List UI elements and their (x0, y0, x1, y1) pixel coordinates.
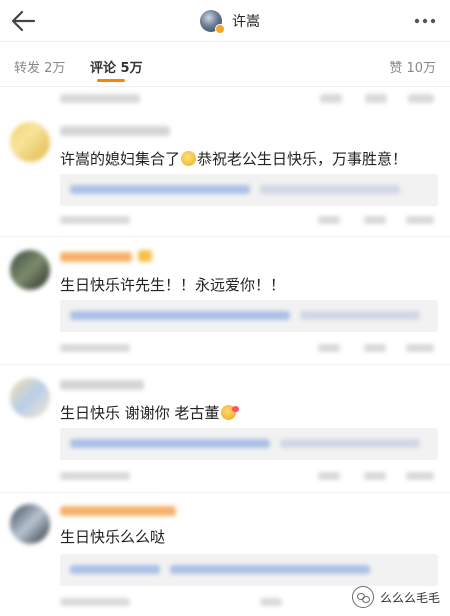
more-horizontal-icon[interactable] (412, 10, 438, 32)
watermark-text: 么么么毛毛 (379, 590, 440, 605)
avatar[interactable] (10, 504, 50, 544)
username[interactable] (60, 506, 176, 516)
list-item[interactable]: 许嵩的媳妇集合了 恭祝老公生日快乐，万事胜意！ (0, 112, 450, 238)
comment-text: 生日快乐 谢谢你 老古董 (60, 402, 239, 423)
list-item[interactable]: 生日快乐许先生！！永远爱你！！ (0, 240, 450, 366)
page-title: 许嵩 (232, 14, 260, 30)
tab-reposts[interactable]: 转发 2万 (14, 57, 65, 76)
divider (0, 492, 450, 493)
list-item[interactable]: 生日快乐 谢谢你 老古董 (0, 368, 450, 494)
username[interactable] (60, 252, 132, 262)
username[interactable] (60, 126, 170, 136)
divider (0, 364, 450, 365)
reply-preview[interactable] (60, 554, 438, 586)
comment-text: 生日快乐么么哒 (60, 528, 166, 546)
tab-bar: 转发 2万 评论 5万 赞 10万 (0, 43, 450, 87)
avatar[interactable] (10, 250, 50, 290)
verified-badge-icon (215, 24, 225, 34)
comment-meta (60, 468, 438, 484)
previous-comment-meta (0, 88, 450, 110)
reply-preview[interactable] (60, 174, 438, 206)
tab-comments[interactable]: 评论 5万 (90, 57, 143, 76)
avatar[interactable] (10, 378, 50, 418)
badge-icon (138, 250, 152, 262)
arrow-left-icon[interactable] (8, 6, 40, 36)
username[interactable] (60, 380, 144, 390)
top-bar: 许嵩 (0, 0, 450, 42)
comment-meta (60, 212, 438, 228)
watermark: 么么么毛毛 (351, 586, 440, 608)
avatar[interactable] (10, 122, 50, 162)
active-tab-indicator (97, 79, 125, 82)
comment-text: 许嵩的媳妇集合了 恭祝老公生日快乐，万事胜意！ (60, 150, 408, 168)
divider (0, 236, 450, 237)
comment-meta (60, 340, 438, 356)
clap-emoji-icon (181, 151, 197, 166)
kiss-emoji-icon (220, 405, 239, 420)
reply-preview[interactable] (60, 300, 438, 332)
header-title-group[interactable]: 许嵩 (200, 7, 260, 35)
tab-likes[interactable]: 赞 10万 (389, 57, 436, 76)
comment-text: 生日快乐许先生！！永远爱你！！ (60, 276, 286, 294)
reply-preview[interactable] (60, 428, 438, 460)
wechat-icon (351, 586, 374, 608)
avatar[interactable] (200, 10, 225, 34)
